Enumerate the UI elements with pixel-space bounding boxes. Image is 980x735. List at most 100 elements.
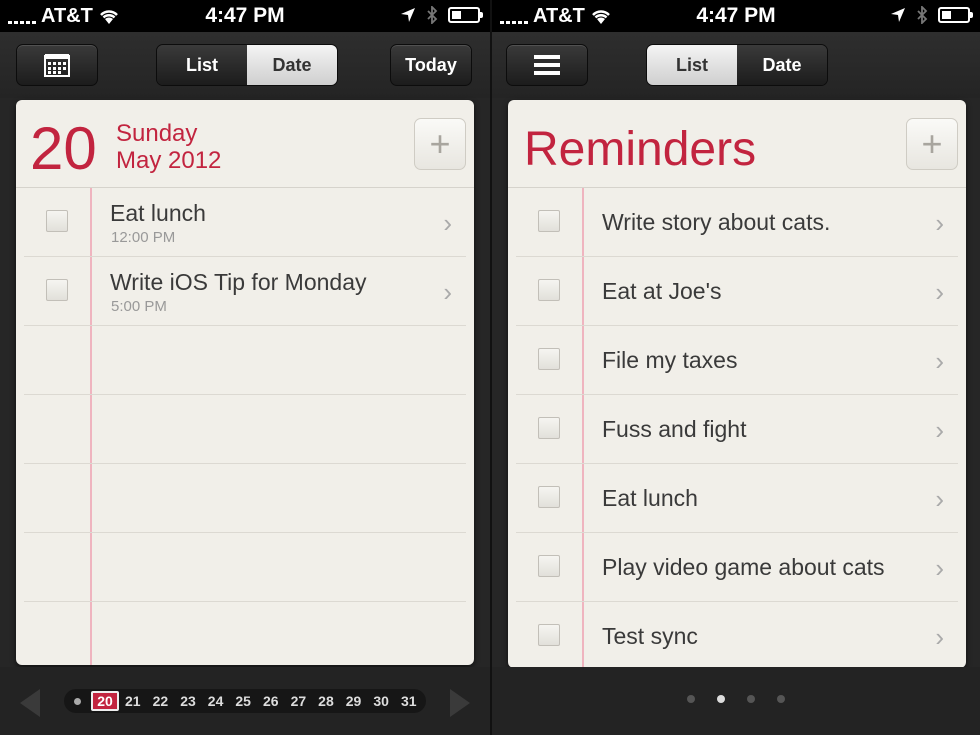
- date-view-screen: AT&T 4:47 PM List Date Today 20 Sunday M…: [0, 0, 490, 735]
- list-item[interactable]: Test sync ›: [516, 602, 958, 668]
- list-item[interactable]: Eat at Joe's ›: [516, 257, 958, 326]
- reminder-title: Play video game about cats: [602, 554, 885, 580]
- reminder-title: Test sync: [602, 623, 698, 649]
- date-item[interactable]: 25: [229, 693, 257, 709]
- checkbox[interactable]: [538, 417, 560, 439]
- bluetooth-icon: [427, 6, 438, 24]
- list-item[interactable]: Write iOS Tip for Monday 5:00 PM ›: [24, 257, 466, 326]
- date-item[interactable]: 27: [285, 693, 313, 709]
- list-item[interactable]: Write story about cats. ›: [516, 188, 958, 257]
- empty-row[interactable]: [24, 395, 466, 464]
- date-item[interactable]: 24: [202, 693, 230, 709]
- list-item[interactable]: Eat lunch 12:00 PM ›: [24, 188, 466, 257]
- location-arrow-icon: [891, 8, 905, 22]
- month-year-label: May 2012: [116, 147, 222, 174]
- reminder-title: File my taxes: [602, 347, 738, 373]
- chevron-right-icon[interactable]: ›: [443, 277, 452, 308]
- tab-list[interactable]: List: [647, 45, 737, 85]
- checkbox[interactable]: [538, 210, 560, 232]
- chevron-right-icon[interactable]: ›: [935, 415, 944, 446]
- status-bar: AT&T 4:47 PM: [492, 0, 980, 32]
- list-item[interactable]: File my taxes ›: [516, 326, 958, 395]
- view-segmented-control: List Date: [156, 44, 338, 86]
- date-item[interactable]: 20: [91, 691, 119, 711]
- reminder-title: Eat at Joe's: [602, 278, 722, 304]
- checkbox[interactable]: [538, 279, 560, 301]
- date-item[interactable]: 21: [119, 693, 147, 709]
- date-navigator: 20 21 22 23 24 25 26 27 28 29 30 31: [0, 667, 490, 735]
- calendar-grid-button[interactable]: [16, 44, 98, 86]
- list-title: Reminders: [524, 123, 757, 176]
- bluetooth-icon: [917, 6, 928, 24]
- reminder-title: Write story about cats.: [602, 209, 831, 235]
- day-number: 20: [30, 115, 97, 182]
- reminder-title: Eat lunch: [602, 485, 698, 511]
- tab-list[interactable]: List: [157, 45, 247, 85]
- chevron-right-icon[interactable]: ›: [935, 277, 944, 308]
- checkbox[interactable]: [46, 279, 68, 301]
- date-item[interactable]: 31: [395, 693, 423, 709]
- battery-icon: [448, 7, 483, 23]
- list-item[interactable]: Fuss and fight ›: [516, 395, 958, 464]
- tab-date[interactable]: Date: [247, 45, 337, 85]
- date-strip: 20 21 22 23 24 25 26 27 28 29 30 31: [64, 689, 426, 713]
- page-dot[interactable]: [747, 695, 755, 703]
- date-item[interactable]: 23: [174, 693, 202, 709]
- reminders-paper: 20 Sunday May 2012 + Eat lunch 12:00 PM …: [16, 100, 474, 665]
- date-item[interactable]: 22: [147, 693, 175, 709]
- chevron-right-icon[interactable]: ›: [935, 208, 944, 239]
- checkbox[interactable]: [538, 624, 560, 646]
- chevron-right-icon[interactable]: ›: [443, 208, 452, 239]
- menu-button[interactable]: [506, 44, 588, 86]
- reminders-paper: Reminders + Write story about cats. › Ea…: [508, 100, 966, 668]
- page-dot-active[interactable]: [717, 695, 725, 703]
- checkbox[interactable]: [538, 486, 560, 508]
- chevron-right-icon[interactable]: ›: [935, 484, 944, 515]
- page-dot[interactable]: [777, 695, 785, 703]
- empty-row[interactable]: [24, 464, 466, 533]
- empty-row[interactable]: [24, 326, 466, 395]
- chevron-right-icon[interactable]: ›: [935, 346, 944, 377]
- list-view-screen: AT&T 4:47 PM List Date Reminders + Write…: [490, 0, 980, 735]
- tab-date[interactable]: Date: [737, 45, 827, 85]
- reminder-time: 5:00 PM: [111, 298, 167, 315]
- status-bar: AT&T 4:47 PM: [0, 0, 490, 32]
- hamburger-menu-icon: [534, 55, 560, 75]
- checkbox[interactable]: [538, 555, 560, 577]
- date-item[interactable]: 26: [257, 693, 285, 709]
- date-header: 20 Sunday May 2012 +: [16, 100, 474, 188]
- reminder-title: Write iOS Tip for Monday: [110, 269, 367, 295]
- date-item[interactable]: 30: [367, 693, 395, 709]
- page-indicator-bar: [492, 667, 980, 735]
- date-item[interactable]: 28: [312, 693, 340, 709]
- checkbox[interactable]: [46, 210, 68, 232]
- empty-row[interactable]: [24, 533, 466, 602]
- previous-arrow-icon[interactable]: [20, 689, 40, 717]
- chevron-right-icon[interactable]: ›: [935, 622, 944, 653]
- add-reminder-button[interactable]: +: [906, 118, 958, 170]
- reminder-list: Eat lunch 12:00 PM › Write iOS Tip for M…: [24, 188, 466, 665]
- reminder-title: Fuss and fight: [602, 416, 747, 442]
- view-segmented-control: List Date: [646, 44, 828, 86]
- date-item[interactable]: 29: [340, 693, 368, 709]
- weekday-label: Sunday: [116, 120, 198, 147]
- list-item[interactable]: Eat lunch ›: [516, 464, 958, 533]
- empty-row[interactable]: [24, 602, 466, 665]
- page-dot[interactable]: [687, 695, 695, 703]
- list-item[interactable]: Play video game about cats ›: [516, 533, 958, 602]
- chevron-right-icon[interactable]: ›: [935, 553, 944, 584]
- list-header: Reminders +: [508, 100, 966, 188]
- location-arrow-icon: [401, 8, 415, 22]
- next-arrow-icon[interactable]: [450, 689, 470, 717]
- toolbar: List Date Today: [0, 32, 490, 98]
- battery-icon: [938, 7, 973, 23]
- reminder-list: Write story about cats. › Eat at Joe's ›…: [516, 188, 958, 668]
- reminder-title: Eat lunch: [110, 200, 206, 226]
- today-dot-icon: [74, 697, 81, 705]
- reminder-time: 12:00 PM: [111, 229, 176, 246]
- page-control[interactable]: [492, 695, 980, 703]
- add-reminder-button[interactable]: +: [414, 118, 466, 170]
- today-button[interactable]: Today: [390, 44, 472, 86]
- calendar-grid-icon: [44, 54, 70, 77]
- checkbox[interactable]: [538, 348, 560, 370]
